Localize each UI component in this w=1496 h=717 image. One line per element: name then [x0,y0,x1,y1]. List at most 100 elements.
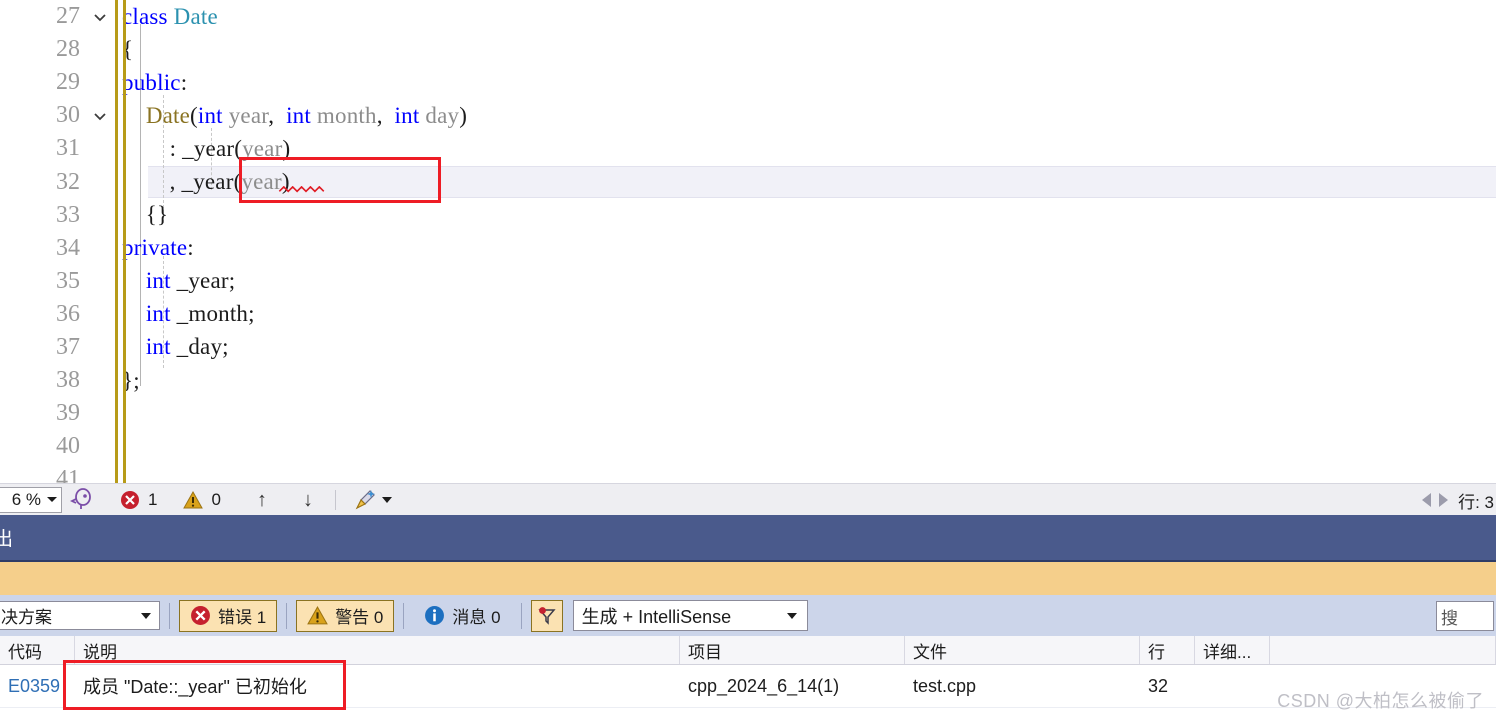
error-list-column-header[interactable]: 行 [1140,636,1195,664]
code-text[interactable]: private: [122,235,1496,261]
code-line[interactable]: 33 {} [0,199,1496,232]
code-token: int [145,301,171,327]
code-line[interactable]: 32 , _year(year) [0,165,1496,198]
code-editor[interactable]: 27 class Date 28{29 public: 30 Date(int year… [0,0,1496,483]
code-text[interactable]: : _year(year) [122,136,1496,162]
errors-filter-toggle[interactable]: 错误 1 [179,599,278,632]
code-token: ( [190,102,198,128]
code-token: , [376,102,395,128]
error-list-row[interactable]: E0359 成员 "Date::_year" 已初始化 cpp_2024_6_14(… [0,665,1496,708]
line-number: 27 [56,3,80,30]
code-line[interactable]: 39 [0,397,1496,430]
chevron-down-icon [381,497,392,503]
code-line[interactable]: 40 [0,430,1496,463]
error-list-column-header[interactable]: 说明 [75,636,680,664]
code-line[interactable]: 35 int _year; [0,265,1496,298]
code-line[interactable]: 31 : _year(year) [0,132,1496,165]
code-text[interactable]: { [122,37,1496,63]
code-token: {} [122,202,169,228]
status-error-count-value: 1 [148,490,158,509]
error-scope-combo[interactable]: 决方案 [0,601,160,630]
code-text[interactable]: int _month; [122,301,1496,327]
code-cleanup-button[interactable] [354,488,392,512]
errors-filter-label: 错误 1 [218,608,267,627]
code-text[interactable]: class Date [122,4,1496,30]
code-line[interactable]: 28 { [0,33,1496,66]
zoom-level-combo[interactable]: 6 % [0,487,62,513]
code-token: public [122,69,181,95]
build-filter-combo[interactable]: 生成 + IntelliSense [572,600,808,631]
chevron-down-icon[interactable] [92,108,108,124]
code-token: , [268,102,287,128]
code-text[interactable]: Date(int year, int month, int day) [122,103,1496,129]
warning-icon [307,606,329,625]
error-squiggle-icon [278,186,325,193]
code-token: _day; [170,334,229,360]
code-text[interactable]: int _day; [122,334,1496,360]
error-list-body[interactable]: E0359 成员 "Date::_year" 已初始化 cpp_2024_6_14(… [0,665,1496,708]
code-text[interactable]: }; [122,368,1496,394]
code-line[interactable]: 34 private: [0,232,1496,265]
error-list-table[interactable]: 代码 说明 项目 文件行详细... E0359 成员 "Date::_year" 已初始… [0,636,1496,717]
error-list-cell-description: 成员 "Date::_year" 已初始化 [83,677,307,697]
error-list-column-header[interactable]: 项目 [680,636,905,664]
next-issue-button[interactable]: ↓ [303,489,313,512]
line-number: 38 [56,367,80,394]
error-scope-value: 决方案 [1,608,52,627]
intellisense-head-icon[interactable] [70,488,94,512]
warning-icon [183,490,204,509]
code-token: Date [173,3,218,29]
error-search-input[interactable]: 搜 [1436,601,1494,631]
code-token: int [145,334,171,360]
error-list-column-header[interactable]: 代码 [0,636,75,664]
error-list-header-row[interactable]: 代码 说明 项目 文件行详细... [0,636,1496,665]
code-lines[interactable]: 27 class Date 28{29 public: 30 Date(int year… [0,0,1496,483]
error-list-cell-code: E0359 [8,675,61,696]
output-panel-tab-bar[interactable]: 出 [0,515,1496,562]
code-token: int [197,102,223,128]
error-list-column-header[interactable] [1270,636,1496,664]
toolbar-divider [520,602,522,629]
error-list-column-header[interactable]: 文件 [905,636,1140,664]
code-line[interactable]: 37 int _day; [0,331,1496,364]
line-number: 30 [56,102,80,129]
code-line[interactable]: 36 int _month; [0,298,1496,331]
code-text[interactable]: int _year; [122,268,1496,294]
scroll-left-button[interactable] [1422,493,1432,507]
output-tab-label[interactable]: 出 [0,524,13,551]
code-line[interactable]: 30 Date(int year, int month, int day) [0,99,1496,132]
code-token: class [122,3,174,29]
code-token: int [286,102,311,128]
code-text[interactable]: {} [122,202,1496,228]
line-number: 33 [56,201,80,228]
warnings-filter-toggle[interactable]: 警告 0 [296,599,395,632]
line-number: 28 [56,36,80,63]
status-warning-count[interactable]: 0 [183,490,221,510]
previous-issue-button[interactable]: ↑ [257,489,267,512]
code-line[interactable]: 29 public: [0,66,1496,99]
line-number: 34 [56,234,80,261]
code-token: _year; [170,268,236,294]
code-line[interactable]: 41 [0,463,1496,483]
code-token: day [425,102,460,128]
toolbar-divider [169,602,170,629]
output-highlight-strip: : [0,562,1496,595]
editor-status-strip[interactable]: 6 % 1 0 ↑ ↓ 行: 3 [0,483,1496,516]
error-list-column-header[interactable]: 详细... [1195,636,1270,664]
filter-button[interactable] [530,599,563,632]
visual-studio-window: 27 class Date 28{29 public: 30 Date(int year… [0,0,1496,717]
code-line[interactable]: 38}; [0,364,1496,397]
code-token: int [394,102,420,128]
error-list-toolbar[interactable]: 决方案 错误 1 警告 0 消息 0 生成 + IntelliSense 搜 [0,595,1496,637]
zoom-level-value: 6 % [11,490,41,509]
line-number: 35 [56,267,80,294]
status-error-count[interactable]: 1 [120,490,157,510]
scroll-right-button[interactable] [1439,493,1449,507]
status-warning-count-value: 0 [211,490,221,509]
code-line[interactable]: 27 class Date [0,0,1496,33]
error-icon [191,606,210,625]
error-list-cell-line: 32 [1148,675,1169,696]
code-text[interactable]: public: [122,70,1496,96]
messages-filter-toggle[interactable]: 消息 0 [413,600,511,632]
chevron-down-icon[interactable] [92,9,108,25]
